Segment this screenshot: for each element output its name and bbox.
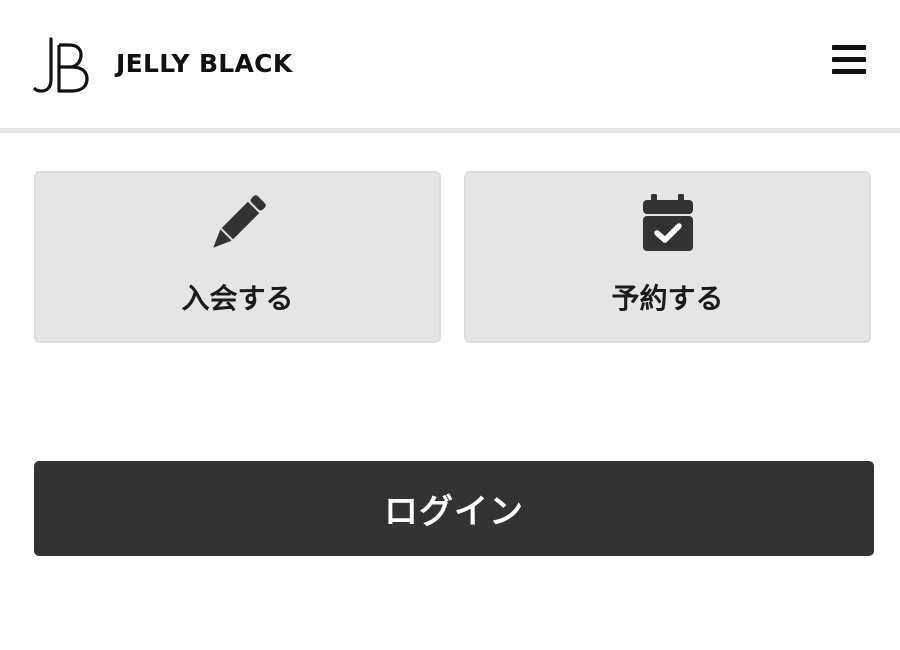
- login-button[interactable]: ログイン: [34, 461, 874, 556]
- reserve-button[interactable]: 予約する: [464, 171, 871, 343]
- pencil-icon: [206, 191, 270, 255]
- hamburger-menu-button[interactable]: [822, 36, 876, 84]
- home-logo-link[interactable]: JELLY BLACK: [32, 30, 293, 96]
- join-label: 入会する: [181, 282, 294, 315]
- reserve-label: 予約する: [611, 282, 724, 315]
- hamburger-menu-icon: [832, 45, 866, 74]
- jb-monogram-logo: [33, 37, 89, 93]
- join-button[interactable]: 入会する: [34, 171, 441, 343]
- calendar-check-icon: [636, 191, 700, 255]
- login-label: ログイン: [384, 492, 524, 532]
- brand-name: JELLY BLACK: [116, 48, 293, 78]
- site-header: JELLY BLACK: [0, 0, 900, 128]
- header-divider: [0, 128, 900, 133]
